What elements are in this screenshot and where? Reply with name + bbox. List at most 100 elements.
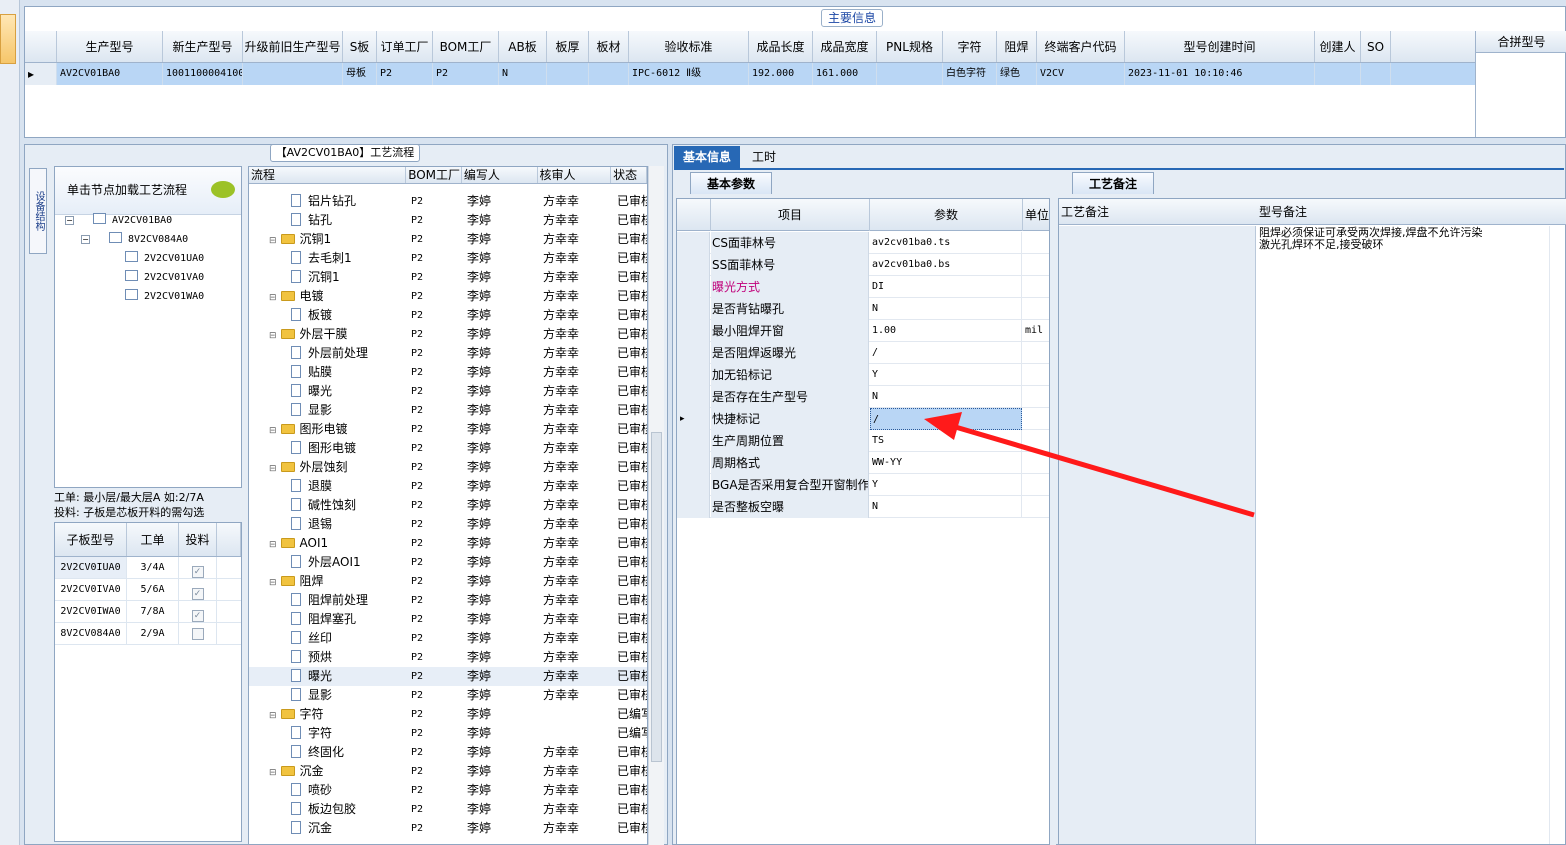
table-row[interactable]: ⊟ 沉铜1 P2 李婷 方幸幸 已审核 xyxy=(249,230,647,249)
feed-checkbox[interactable] xyxy=(191,628,204,640)
vertical-splitter[interactable] xyxy=(1050,198,1056,845)
row-selector[interactable] xyxy=(677,276,710,298)
table-row[interactable]: 板边包胶 P2 李婷 方幸幸 已审核 xyxy=(249,800,647,819)
param-value[interactable]: N xyxy=(870,298,1022,320)
tab-basic-info[interactable]: 基本信息 xyxy=(674,146,740,168)
row-selector[interactable] xyxy=(677,430,710,452)
tree-toggle[interactable]: ⊟ xyxy=(269,711,277,721)
equipment-structure-tab[interactable]: 设备结构 xyxy=(29,168,47,254)
table-row[interactable]: ⊟ 外层蚀刻 P2 李婷 方幸幸 已审核 xyxy=(249,458,647,477)
feed-checkbox[interactable]: ✓ xyxy=(191,566,204,578)
row-selector[interactable] xyxy=(677,452,710,474)
tree-toggle[interactable]: ⊟ xyxy=(269,578,277,588)
feed-checkbox[interactable]: ✓ xyxy=(191,588,204,600)
param-row[interactable]: BGA是否采用复合型开窗制作 Y xyxy=(677,474,1049,496)
table-row[interactable]: 显影 P2 李婷 方幸幸 已审核 xyxy=(249,401,647,420)
table-row[interactable]: 显影 P2 李婷 方幸幸 已审核 xyxy=(249,686,647,705)
row-selector[interactable] xyxy=(677,364,710,386)
chat-bubble-icon[interactable] xyxy=(211,181,235,198)
table-row[interactable]: 退锡 P2 李婷 方幸幸 已审核 xyxy=(249,515,647,534)
tree-node[interactable]: 2V2CV01VA0 xyxy=(125,270,204,283)
tree-node[interactable]: 8V2CV084A0 xyxy=(109,232,188,245)
param-row[interactable]: 是否阻焊返曝光 / xyxy=(677,342,1049,364)
table-row[interactable]: 预烘 P2 李婷 方幸幸 已审核 xyxy=(249,648,647,667)
table-row[interactable]: 外层AOI1 P2 李婷 方幸幸 已审核 xyxy=(249,553,647,572)
tree-node[interactable]: 2V2CV01UA0 xyxy=(125,251,204,264)
feed-checkbox[interactable]: ✓ xyxy=(191,610,204,622)
row-selector[interactable] xyxy=(677,474,710,496)
table-row[interactable]: 板镀 P2 李婷 方幸幸 已审核 xyxy=(249,306,647,325)
table-row[interactable]: 碱性蚀刻 P2 李婷 方幸幸 已审核 xyxy=(249,496,647,515)
table-row[interactable]: ⊟ 外层干膜 P2 李婷 方幸幸 已审核 xyxy=(249,325,647,344)
param-value[interactable]: av2cv01ba0.ts xyxy=(870,232,1022,254)
tree-node[interactable]: 2V2CV01WA0 xyxy=(125,289,204,302)
param-row[interactable]: 生产周期位置 TS xyxy=(677,430,1049,452)
table-row[interactable]: 图形电镀 P2 李婷 方幸幸 已审核 xyxy=(249,439,647,458)
tree-collapse-toggle[interactable]: − xyxy=(65,216,74,225)
table-row[interactable]: 阻焊塞孔 P2 李婷 方幸幸 已审核 xyxy=(249,610,647,629)
param-value[interactable]: Y xyxy=(870,474,1022,496)
param-value[interactable]: av2cv01ba0.bs xyxy=(870,254,1022,276)
process-notes-cell[interactable] xyxy=(1059,226,1256,844)
table-row[interactable]: ⊟ 图形电镀 P2 李婷 方幸幸 已审核 xyxy=(249,420,647,439)
table-row[interactable]: 丝印 P2 李婷 方幸幸 已审核 xyxy=(249,629,647,648)
notes-scrollbar[interactable] xyxy=(1549,226,1565,844)
table-row[interactable]: 沉铜1 P2 李婷 方幸幸 已审核 xyxy=(249,268,647,287)
table-row[interactable]: 2V2CV0IVA0 5/6A ✓ xyxy=(55,579,241,601)
tree-toggle[interactable]: ⊟ xyxy=(269,293,277,303)
param-row[interactable]: 是否整板空曝 N xyxy=(677,496,1049,518)
table-row[interactable]: ⊟ AOI1 P2 李婷 方幸幸 已审核 xyxy=(249,534,647,553)
param-value[interactable]: / xyxy=(870,408,1022,430)
tab-work-hours[interactable]: 工时 xyxy=(744,146,784,168)
row-selector[interactable] xyxy=(677,342,710,364)
param-row[interactable]: 曝光方式 DI xyxy=(677,276,1049,298)
param-value[interactable]: / xyxy=(870,342,1022,364)
tree-node[interactable]: AV2CV01BA0 xyxy=(93,213,172,226)
table-row[interactable]: 贴膜 P2 李婷 方幸幸 已审核 xyxy=(249,363,647,382)
table-row[interactable]: ⊟ 电镀 P2 李婷 方幸幸 已审核 xyxy=(249,287,647,306)
row-selector[interactable]: ▸ xyxy=(677,408,710,430)
table-row[interactable]: 外层前处理 P2 李婷 方幸幸 已审核 xyxy=(249,344,647,363)
table-row[interactable]: 8V2CV084A0 2/9A xyxy=(55,623,241,645)
tree-toggle[interactable]: ⊟ xyxy=(269,236,277,246)
tree-collapse-toggle[interactable]: − xyxy=(81,235,90,244)
param-value[interactable]: TS xyxy=(870,430,1022,452)
table-row[interactable]: 2V2CV0IWA0 7/8A ✓ xyxy=(55,601,241,623)
tree-toggle[interactable]: ⊟ xyxy=(269,331,277,341)
table-row[interactable]: 退膜 P2 李婷 方幸幸 已审核 xyxy=(249,477,647,496)
tab-process-notes[interactable]: 工艺备注 xyxy=(1072,172,1154,194)
param-row[interactable]: 加无铅标记 Y xyxy=(677,364,1049,386)
param-value[interactable]: 1.00 xyxy=(870,320,1022,342)
app-side-tab[interactable] xyxy=(0,14,16,64)
table-row[interactable]: ⊟ 阻焊 P2 李婷 方幸幸 已审核 xyxy=(249,572,647,591)
table-row[interactable]: 喷砂 P2 李婷 方幸幸 已审核 xyxy=(249,781,647,800)
row-selector[interactable] xyxy=(677,496,710,518)
param-value[interactable]: WW-YY xyxy=(870,452,1022,474)
param-row[interactable]: 是否存在生产型号 N xyxy=(677,386,1049,408)
workflow-scrollbar[interactable] xyxy=(648,166,664,845)
table-row[interactable]: 字符 P2 李婷 已编写 xyxy=(249,724,647,743)
row-selector[interactable] xyxy=(677,232,710,254)
table-row[interactable]: 曝光 P2 李婷 方幸幸 已审核 xyxy=(249,382,647,401)
tree-toggle[interactable]: ⊟ xyxy=(269,540,277,550)
param-value[interactable]: N xyxy=(870,496,1022,518)
param-value[interactable]: Y xyxy=(870,364,1022,386)
table-row[interactable]: ▸ AV2CV01BA0 10011000041000 母板 P2 P2 N IPC-6012… xyxy=(25,63,1475,85)
param-row[interactable]: SS面菲林号 av2cv01ba0.bs xyxy=(677,254,1049,276)
model-notes-cell[interactable]: 阻焊必须保证可承受两次焊接,焊盘不允许污染 激光孔焊环不足,接受破环 xyxy=(1259,227,1549,251)
table-row[interactable]: 曝光 P2 李婷 方幸幸 已审核 xyxy=(249,667,647,686)
row-selector[interactable] xyxy=(677,298,710,320)
row-selector[interactable] xyxy=(677,320,710,342)
table-row[interactable]: 终固化 P2 李婷 方幸幸 已审核 xyxy=(249,743,647,762)
table-row[interactable]: ⊟ 字符 P2 李婷 已编写 xyxy=(249,705,647,724)
param-row[interactable]: CS面菲林号 av2cv01ba0.ts xyxy=(677,232,1049,254)
param-row[interactable]: 周期格式 WW-YY xyxy=(677,452,1049,474)
param-row[interactable]: ▸ 快捷标记 / xyxy=(677,408,1049,430)
table-row[interactable]: 去毛刺1 P2 李婷 方幸幸 已审核 xyxy=(249,249,647,268)
param-value[interactable]: DI xyxy=(870,276,1022,298)
table-row[interactable]: 沉金 P2 李婷 方幸幸 已审核 xyxy=(249,819,647,838)
tree-toggle[interactable]: ⊟ xyxy=(269,464,277,474)
table-row[interactable]: 铝片钻孔 P2 李婷 方幸幸 已审核 xyxy=(249,192,647,211)
table-row[interactable]: 阻焊前处理 P2 李婷 方幸幸 已审核 xyxy=(249,591,647,610)
table-row[interactable]: 2V2CV0IUA0 3/4A ✓ xyxy=(55,557,241,579)
